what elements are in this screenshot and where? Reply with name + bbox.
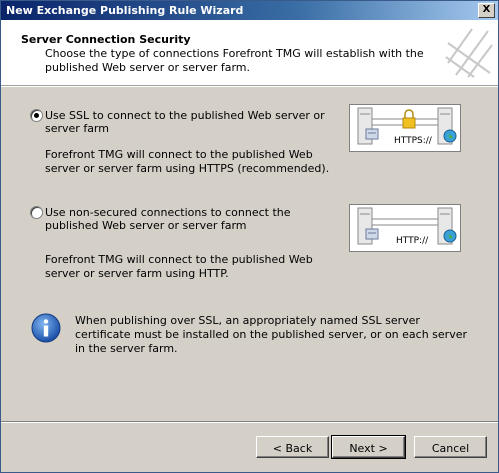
http-option-label[interactable]: Use non-secured connections to connect t… <box>45 206 335 232</box>
title-bar: New Exchange Publishing Rule Wizard X <box>1 1 498 20</box>
globe-icon <box>443 129 457 143</box>
footer-divider-highlight <box>1 422 498 423</box>
page-subtitle: Choose the type of connections Forefront… <box>45 47 424 74</box>
http-diagram-art: HTTP:// <box>357 207 457 246</box>
http-diagram-label: HTTP:// <box>396 236 429 246</box>
globe-icon <box>443 229 457 243</box>
close-icon: X <box>482 4 491 15</box>
cancel-button[interactable]: Cancel <box>414 436 487 458</box>
http-connection-diagram: HTTP:// <box>349 204 461 252</box>
back-button[interactable]: < Back <box>256 436 329 458</box>
http-option-description: Forefront TMG will connect to the publis… <box>45 253 313 280</box>
https-diagram-art: HTTPS:// <box>357 107 457 146</box>
ssl-radio[interactable] <box>30 109 43 122</box>
page-title: Server Connection Security <box>21 33 191 46</box>
radio-selected-dot <box>34 113 39 118</box>
wizard-window: New Exchange Publishing Rule Wizard X Se… <box>0 0 499 473</box>
wizard-logo-icon <box>444 23 494 79</box>
header-divider <box>1 86 498 87</box>
ssl-option-label[interactable]: Use SSL to connect to the published Web … <box>45 109 335 135</box>
window-title: New Exchange Publishing Rule Wizard <box>6 4 244 17</box>
ssl-connection-diagram: HTTPS:// <box>349 104 461 152</box>
server-icon <box>357 107 379 145</box>
http-radio[interactable] <box>30 206 43 219</box>
close-button[interactable]: X <box>478 3 495 18</box>
wizard-header: Server Connection Security Choose the ty… <box>1 20 498 86</box>
lock-icon <box>402 109 416 129</box>
ssl-option-description: Forefront TMG will connect to the publis… <box>45 148 330 175</box>
ssl-certificate-note: When publishing over SSL, an appropriate… <box>75 314 467 355</box>
next-button[interactable]: Next > <box>331 435 406 459</box>
info-icon <box>31 313 61 343</box>
https-diagram-label: HTTPS:// <box>394 136 433 146</box>
server-icon <box>357 207 379 245</box>
